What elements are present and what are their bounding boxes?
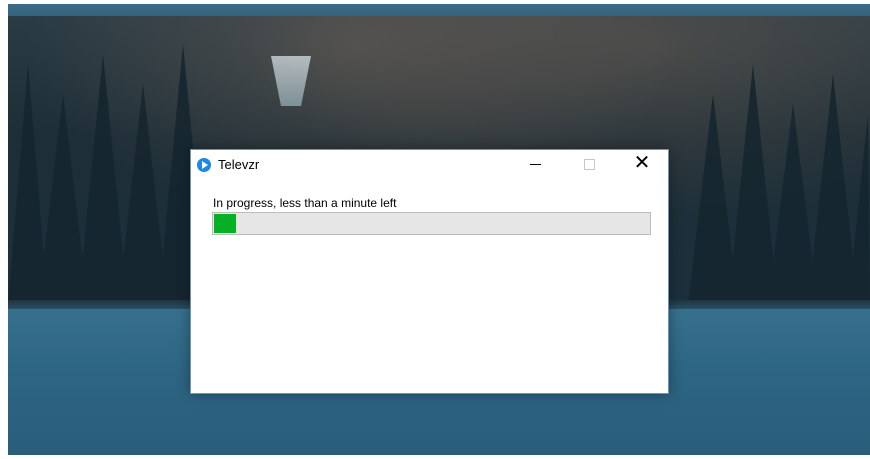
- close-icon[interactable]: ✕: [619, 150, 665, 178]
- progress-bar: [212, 212, 651, 235]
- progress-bar-fill: [214, 214, 236, 233]
- minimize-icon[interactable]: [513, 150, 559, 178]
- televzr-app-icon: [197, 158, 211, 172]
- maximize-icon[interactable]: [567, 150, 613, 178]
- window-title: Televzr: [218, 157, 260, 172]
- televzr-window[interactable]: Televzr ✕ In progress, less than a minut…: [190, 149, 669, 394]
- progress-status-text: In progress, less than a minute left: [213, 196, 397, 210]
- title-bar[interactable]: Televzr ✕: [191, 150, 668, 178]
